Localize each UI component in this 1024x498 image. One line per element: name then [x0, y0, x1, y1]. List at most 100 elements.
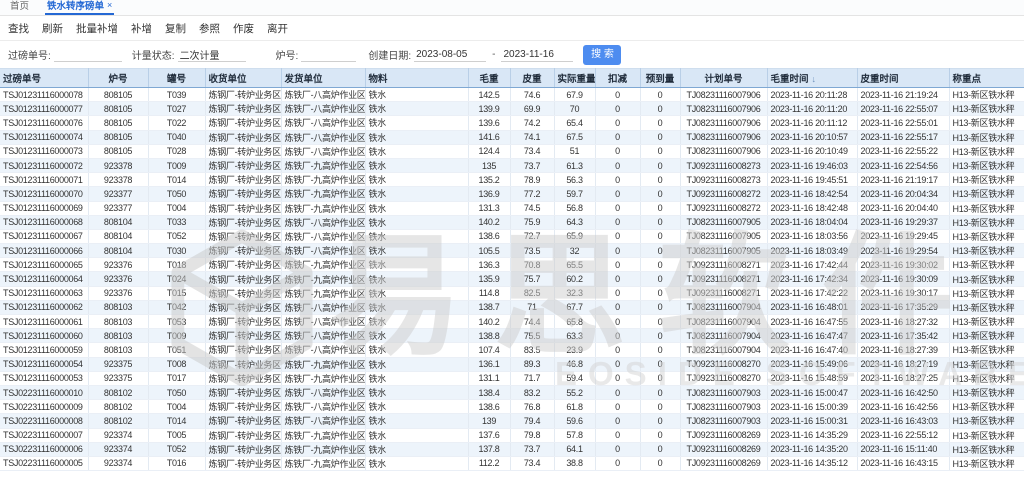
cell-furnace-no: 923376 [88, 286, 148, 300]
cell-expected: 0 [640, 329, 680, 343]
cell-weigh-point: H13-新区铁水秤 [949, 88, 1024, 102]
col-header-expected[interactable]: 预到量 [640, 69, 680, 88]
date-from-input[interactable] [414, 47, 486, 62]
reference-button[interactable]: 参照 [199, 21, 220, 36]
tab-molten-iron-transfer-weigh-order[interactable]: 铁水转序磅单 × [45, 0, 114, 15]
table-row[interactable]: TSJ01231116000064923376T024炼钢厂-转炉业务区炼铁厂-… [0, 272, 1024, 286]
col-header-sender[interactable]: 发货单位 [281, 69, 365, 88]
cell-net: 67.5 [554, 130, 595, 144]
table-row[interactable]: TSJ01231116000063923376T015炼钢厂-转炉业务区炼铁厂-… [0, 286, 1024, 300]
cell-furnace-no: 808104 [88, 244, 148, 258]
table-row[interactable]: TSJ01231116000077808105T027炼钢厂-转炉业务区炼铁厂-… [0, 102, 1024, 116]
refresh-button[interactable]: 刷新 [42, 21, 63, 36]
col-header-gross[interactable]: 毛重 [468, 69, 510, 88]
table-row[interactable]: TSJ01231116000066808104T030炼钢厂-转炉业务区炼铁厂-… [0, 244, 1024, 258]
cell-gross: 141.6 [468, 130, 510, 144]
table-row[interactable]: TSJ02231116000005923374T016炼钢厂-转炉业务区炼铁厂-… [0, 456, 1024, 470]
cell-deduct: 0 [595, 456, 640, 470]
cell-material: 铁水 [365, 144, 468, 158]
table-row[interactable]: TSJ01231116000054923375T008炼钢厂-转炉业务区炼铁厂-… [0, 357, 1024, 371]
cell-net: 32.3 [554, 286, 595, 300]
tab-home[interactable]: 首页 [8, 0, 31, 15]
copy-button[interactable]: 复制 [165, 21, 186, 36]
table-row[interactable]: TSJ01231116000062808103T042炼钢厂-转炉业务区炼铁厂-… [0, 300, 1024, 314]
table-row[interactable]: TSJ02231116000010808102T050炼钢厂-转炉业务区炼铁厂-… [0, 385, 1024, 399]
table-row[interactable]: TSJ02231116000006923374T052炼钢厂-转炉业务区炼铁厂-… [0, 442, 1024, 456]
cell-material: 铁水 [365, 215, 468, 229]
measure-status-input[interactable] [178, 47, 246, 62]
grid-header-row: 过磅单号炉号罐号收货单位发货单位物料毛重皮重实际重量扣减预到量计划单号毛重时间↓… [0, 69, 1024, 88]
cell-expected: 0 [640, 272, 680, 286]
table-row[interactable]: TSJ01231116000078808105T039炼钢厂-转炉业务区炼铁厂-… [0, 88, 1024, 102]
col-header-receiver[interactable]: 收货单位 [205, 69, 281, 88]
cell-furnace-no: 923377 [88, 187, 148, 201]
table-row[interactable]: TSJ01231116000060808103T009炼钢厂-转炉业务区炼铁厂-… [0, 329, 1024, 343]
cell-ladle-no: T042 [148, 300, 205, 314]
col-header-net[interactable]: 实际重量 [554, 69, 595, 88]
cell-weigh-point: H13-新区铁水秤 [949, 286, 1024, 300]
col-header-weigh-point[interactable]: 称重点 [949, 69, 1024, 88]
cell-weigh-no: TSJ01231116000062 [0, 300, 88, 314]
col-header-weigh-no[interactable]: 过磅单号 [0, 69, 88, 88]
table-row[interactable]: TSJ01231116000067808104T052炼钢厂-转炉业务区炼铁厂-… [0, 229, 1024, 243]
col-header-tare-time[interactable]: 皮重时间 [857, 69, 949, 88]
cell-sender: 炼铁厂-八高炉作业区 [281, 116, 365, 130]
table-row[interactable]: TSJ01231116000070923377T050炼钢厂-转炉业务区炼铁厂-… [0, 187, 1024, 201]
cell-net: 55.2 [554, 385, 595, 399]
cell-gross: 138.6 [468, 400, 510, 414]
col-header-furnace-no[interactable]: 炉号 [88, 69, 148, 88]
cell-gross-time: 2023-11-16 16:47:40 [767, 343, 857, 357]
find-button[interactable]: 查找 [8, 21, 29, 36]
leave-button[interactable]: 离开 [267, 21, 288, 36]
col-header-gross-time[interactable]: 毛重时间↓ [767, 69, 857, 88]
table-row[interactable]: TSJ01231116000071923378T014炼钢厂-转炉业务区炼铁厂-… [0, 173, 1024, 187]
cell-weigh-no: TSJ01231116000072 [0, 158, 88, 172]
table-row[interactable]: TSJ02231116000007923374T005炼钢厂-转炉业务区炼铁厂-… [0, 428, 1024, 442]
cell-plan-no: TJ09231116008270 [680, 371, 767, 385]
table-row[interactable]: TSJ01231116000061808103T053炼钢厂-转炉业务区炼铁厂-… [0, 315, 1024, 329]
search-button[interactable]: 搜 索 [583, 45, 621, 65]
cell-tare: 75.7 [510, 272, 554, 286]
void-button[interactable]: 作废 [233, 21, 254, 36]
cell-gross-time: 2023-11-16 18:03:49 [767, 244, 857, 258]
batch-add-button[interactable]: 批量补增 [76, 21, 118, 36]
cell-expected: 0 [640, 385, 680, 399]
table-row[interactable]: TSJ01231116000059808103T051炼钢厂-转炉业务区炼铁厂-… [0, 343, 1024, 357]
cell-furnace-no: 808102 [88, 414, 148, 428]
cell-material: 铁水 [365, 428, 468, 442]
table-row[interactable]: TSJ01231116000074808105T040炼钢厂-转炉业务区炼铁厂-… [0, 130, 1024, 144]
cell-material: 铁水 [365, 442, 468, 456]
col-header-plan-no[interactable]: 计划单号 [680, 69, 767, 88]
table-row[interactable]: TSJ01231116000065923376T018炼钢厂-转炉业务区炼铁厂-… [0, 258, 1024, 272]
table-row[interactable]: TSJ02231116000008808102T014炼钢厂-转炉业务区炼铁厂-… [0, 414, 1024, 428]
col-header-deduct[interactable]: 扣减 [595, 69, 640, 88]
table-row[interactable]: TSJ01231116000073808105T028炼钢厂-转炉业务区炼铁厂-… [0, 144, 1024, 158]
table-row[interactable]: TSJ01231116000068808104T033炼钢厂-转炉业务区炼铁厂-… [0, 215, 1024, 229]
table-row[interactable]: TSJ02231116000009808102T004炼钢厂-转炉业务区炼铁厂-… [0, 400, 1024, 414]
cell-weigh-point: H13-新区铁水秤 [949, 158, 1024, 172]
cell-ladle-no: T004 [148, 201, 205, 215]
cell-plan-no: TJ09231116008273 [680, 173, 767, 187]
weigh-no-input[interactable] [54, 47, 122, 62]
table-row[interactable]: TSJ01231116000072923378T009炼钢厂-转炉业务区炼铁厂-… [0, 158, 1024, 172]
col-header-material[interactable]: 物料 [365, 69, 468, 88]
col-header-tare[interactable]: 皮重 [510, 69, 554, 88]
date-to-input[interactable] [501, 47, 573, 62]
furnace-no-input[interactable] [301, 47, 356, 62]
cell-plan-no: TJ08231116007904 [680, 343, 767, 357]
cell-weigh-no: TSJ01231116000074 [0, 130, 88, 144]
cell-expected: 0 [640, 130, 680, 144]
table-row[interactable]: TSJ01231116000053923375T017炼钢厂-转炉业务区炼铁厂-… [0, 371, 1024, 385]
cell-receiver: 炼钢厂-转炉业务区 [205, 201, 281, 215]
cell-material: 铁水 [365, 258, 468, 272]
close-icon[interactable]: × [107, 0, 112, 10]
col-header-ladle-no[interactable]: 罐号 [148, 69, 205, 88]
table-row[interactable]: TSJ01231116000076808105T022炼钢厂-转炉业务区炼铁厂-… [0, 116, 1024, 130]
cell-deduct: 0 [595, 244, 640, 258]
cell-net: 67.7 [554, 300, 595, 314]
table-row[interactable]: TSJ01231116000069923377T004炼钢厂-转炉业务区炼铁厂-… [0, 201, 1024, 215]
cell-tare-time: 2023-11-16 17:35:29 [857, 300, 949, 314]
cell-expected: 0 [640, 343, 680, 357]
cell-net: 59.6 [554, 414, 595, 428]
add-button[interactable]: 补增 [131, 21, 152, 36]
